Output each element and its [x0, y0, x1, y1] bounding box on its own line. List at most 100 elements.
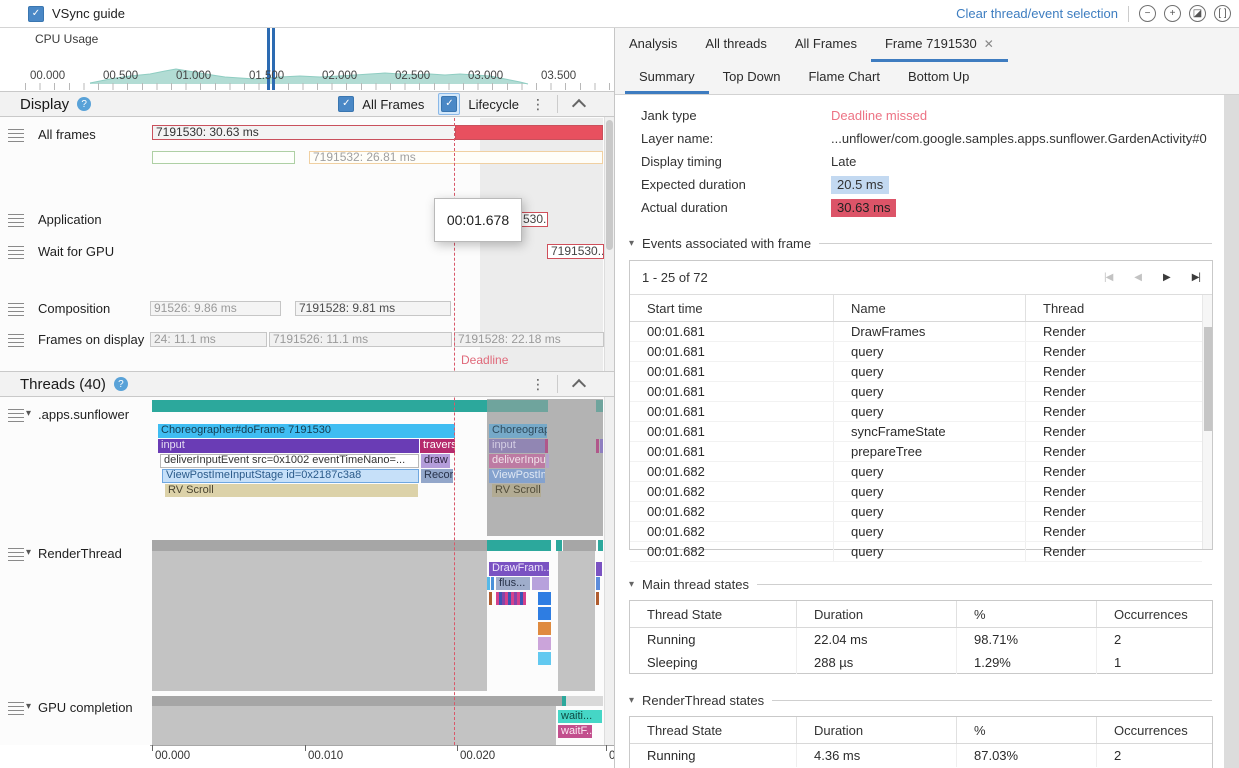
timeline-scrollbar-thumb[interactable] [606, 120, 613, 250]
table-row[interactable]: 00:01.681syncFrameStateRender [630, 422, 1202, 442]
column-header-duration[interactable]: Duration [797, 717, 957, 743]
help-icon[interactable]: ? [114, 377, 128, 391]
first-page-button[interactable]: |◀ [1104, 272, 1112, 283]
zoom-to-selection-icon[interactable]: [ ] [1214, 5, 1231, 22]
events-table-scrollbar[interactable] [1202, 295, 1212, 549]
table-row[interactable]: 00:01.681queryRender [630, 342, 1202, 362]
expander-caret-icon[interactable]: ▾ [26, 701, 31, 712]
composition-bar-7191528[interactable]: 7191528: 9.81 ms [295, 301, 451, 316]
renderthread-running-bar-3[interactable] [598, 540, 603, 551]
last-page-button[interactable]: ▶| [1192, 272, 1200, 283]
waiting-bar[interactable]: waiti... [558, 710, 602, 723]
rt-mark-cyan[interactable] [487, 577, 490, 590]
traversal-bar[interactable]: traversal [420, 439, 455, 453]
tab-analysis[interactable]: Analysis [615, 28, 691, 62]
table-row[interactable]: 00:01.681DrawFramesRender [630, 322, 1202, 342]
sunflower-running-bar-dim-2[interactable] [596, 400, 603, 412]
subtab-summary[interactable]: Summary [625, 62, 709, 94]
collapse-triangle-icon[interactable]: ▾ [629, 695, 634, 706]
analysis-panel-scrollbar-gutter[interactable] [1224, 95, 1239, 768]
zoom-out-icon[interactable]: − [1139, 5, 1156, 22]
table-row[interactable]: Running22.04 ms98.71%2 [630, 628, 1212, 651]
viewpostime-input-stage-bar[interactable]: ViewPostImeInputStage id=0x2187c3a8 [162, 469, 419, 483]
column-header-occurrences[interactable]: Occurrences [1097, 717, 1212, 743]
rt-block-blue-2[interactable] [538, 607, 551, 620]
table-row[interactable]: 00:01.682queryRender [630, 502, 1202, 522]
viewpostime-input-stage-bar-dim[interactable]: ViewPostImeInp... [489, 469, 545, 483]
zoom-in-icon[interactable]: + [1164, 5, 1181, 22]
events-table-scrollbar-thumb[interactable] [1204, 327, 1212, 431]
track-grip-icon[interactable] [8, 409, 24, 422]
deliver-input-event-bar[interactable]: deliverInputEvent src=0x1002 eventTimeNa… [160, 454, 419, 468]
help-icon[interactable]: ? [77, 97, 91, 111]
tab-all-frames[interactable]: All Frames [781, 28, 871, 62]
rt-block-cyan[interactable] [538, 652, 551, 665]
column-header-name[interactable]: Name [834, 295, 1026, 321]
cpu-usage-chart[interactable]: CPU Usage 00.00000.50001.00001.50002.000… [25, 28, 613, 90]
rv-scroll-bar[interactable]: RV Scroll [165, 484, 418, 497]
deliver-input-event-bar-dim[interactable]: deliverInputEven... [489, 454, 545, 468]
wait-for-gpu-bar-7191530[interactable]: 7191530... [547, 244, 604, 259]
table-row[interactable]: 00:01.681prepareTreeRender [630, 442, 1202, 462]
clear-selection-link[interactable]: Clear thread/event selection [956, 6, 1118, 21]
table-row[interactable]: 00:01.682queryRender [630, 482, 1202, 502]
expander-caret-icon[interactable]: ▾ [26, 408, 31, 419]
draw-sliver-dim[interactable] [546, 454, 549, 468]
table-row[interactable]: 00:01.682queryRender [630, 522, 1202, 542]
rv-scroll-bar-dim[interactable]: RV Scroll [492, 484, 541, 497]
track-grip-icon[interactable] [8, 334, 24, 347]
all-frames-bar-green[interactable] [152, 151, 295, 164]
choreographer-doframe-bar-dim[interactable]: Choreographer#do... [489, 424, 547, 438]
more-options-icon[interactable]: ⋮ [531, 96, 545, 113]
frames-on-display-bar-7191528[interactable]: 7191528: 22.18 ms [454, 332, 604, 347]
rt-stripe-10[interactable] [523, 592, 526, 605]
column-header-[interactable]: % [957, 717, 1097, 743]
previous-page-button[interactable]: ◀ [1134, 272, 1141, 283]
input-sliver-dim[interactable] [545, 439, 548, 453]
column-header-thread[interactable]: Thread [1026, 295, 1202, 321]
all-frames-checkbox[interactable]: ✓ [338, 96, 354, 112]
record-bar[interactable]: Record ... [421, 469, 453, 483]
track-grip-icon[interactable] [8, 548, 24, 561]
draw-bar[interactable]: draw [421, 454, 450, 468]
tab-frame-7191530[interactable]: Frame 7191530✕ [871, 28, 1008, 62]
all-frames-bar-7191530-overrun[interactable] [455, 125, 603, 140]
application-bar-7191530[interactable]: 530... [519, 212, 548, 227]
gpu-running-teal-sliver[interactable] [562, 696, 566, 706]
input-bar-dim[interactable]: input [489, 439, 545, 453]
track-grip-icon[interactable] [8, 214, 24, 227]
track-grip-icon[interactable] [8, 246, 24, 259]
rt-block-orange[interactable] [538, 622, 551, 635]
drawframes-sliver[interactable] [596, 562, 602, 576]
reset-zoom-icon[interactable]: ◪ [1189, 5, 1206, 22]
column-header-occurrences[interactable]: Occurrences [1097, 601, 1212, 627]
column-header-duration[interactable]: Duration [797, 601, 957, 627]
events-section-header[interactable]: ▾ Events associated with frame [629, 236, 1212, 251]
table-row[interactable]: 00:01.682queryRender [630, 462, 1202, 482]
table-row[interactable]: 00:01.681queryRender [630, 402, 1202, 422]
table-row[interactable]: Sleeping288 µs1.29%1 [630, 651, 1212, 674]
rt-mark-blue[interactable] [491, 577, 494, 590]
renderthread-states-header[interactable]: ▾ RenderThread states [629, 693, 1212, 708]
more-options-icon[interactable]: ⋮ [531, 376, 545, 393]
column-header-thread-state[interactable]: Thread State [630, 717, 797, 743]
choreographer-doframe-bar[interactable]: Choreographer#doFrame 7191530 [158, 424, 455, 438]
collapse-section-icon[interactable] [572, 379, 586, 393]
collapse-triangle-icon[interactable]: ▾ [629, 238, 634, 249]
sunflower-running-bar-dim[interactable] [487, 400, 548, 412]
input-sliver-right-1[interactable] [596, 439, 599, 453]
subtab-top-down[interactable]: Top Down [709, 62, 795, 94]
renderthread-running-bar-2[interactable] [556, 540, 562, 551]
main-thread-states-header[interactable]: ▾ Main thread states [629, 577, 1212, 592]
collapse-triangle-icon[interactable]: ▾ [629, 579, 634, 590]
vsync-guide-checkbox[interactable]: ✓ [28, 6, 44, 22]
track-grip-icon[interactable] [8, 303, 24, 316]
rt-block-blue-1[interactable] [538, 592, 551, 605]
column-header-[interactable]: % [957, 601, 1097, 627]
rt-sliver-blue[interactable] [596, 577, 600, 590]
collapse-section-icon[interactable] [572, 99, 586, 113]
track-grip-icon[interactable] [8, 702, 24, 715]
subtab-flame-chart[interactable]: Flame Chart [794, 62, 894, 94]
close-tab-icon[interactable]: ✕ [984, 37, 994, 51]
composition-bar-7191526[interactable]: 91526: 9.86 ms [150, 301, 281, 316]
